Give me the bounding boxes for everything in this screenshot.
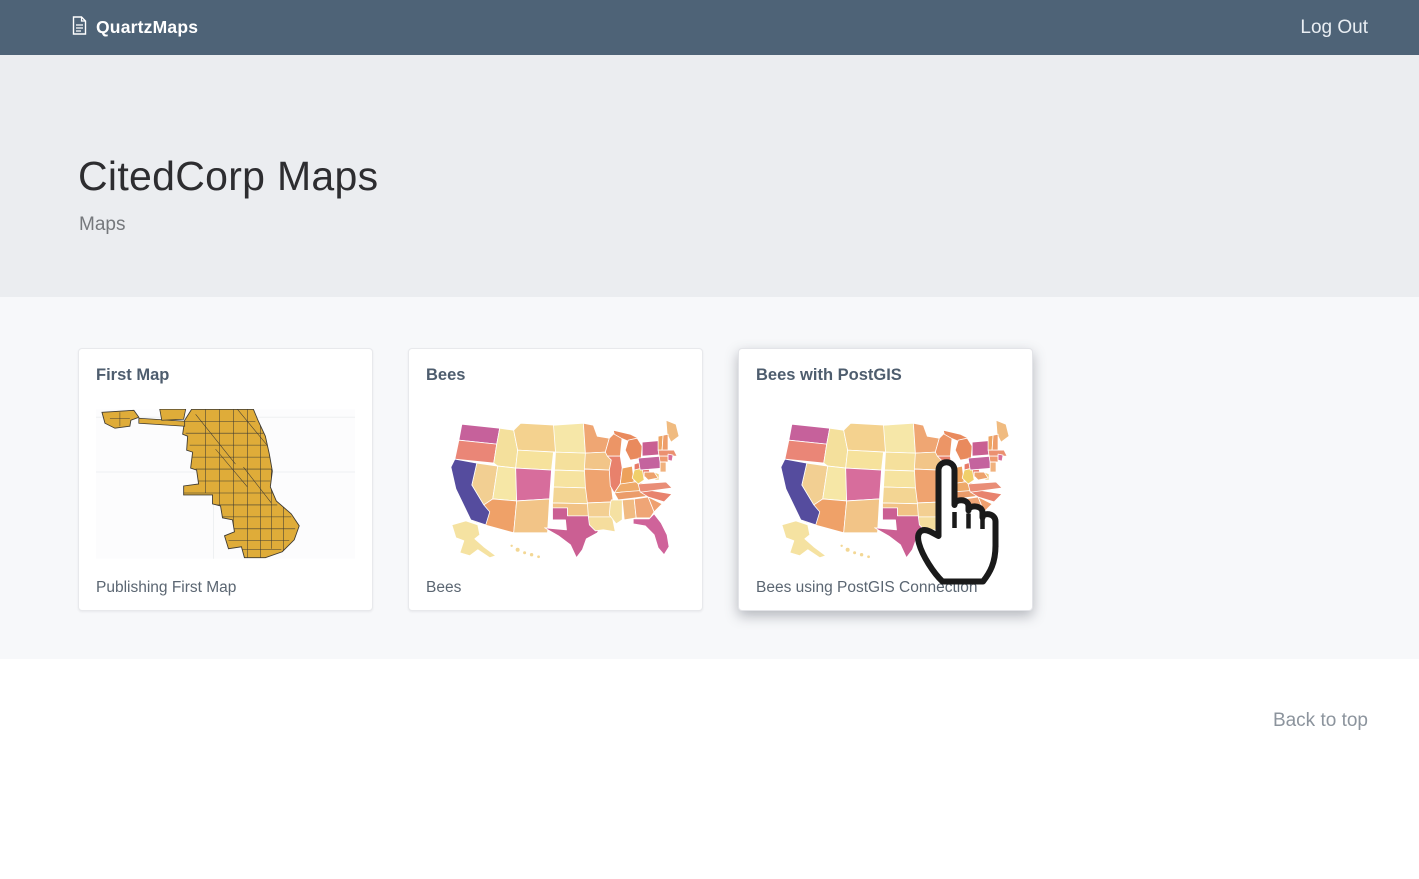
document-icon: [72, 16, 87, 40]
chicago-map-thumbnail[interactable]: [96, 409, 355, 559]
map-card-first-map[interactable]: First Map: [78, 348, 373, 611]
card-caption: Bees: [426, 579, 685, 597]
map-card-bees-postgis[interactable]: Bees with PostGIS Bees using PostGIS Con…: [738, 348, 1033, 611]
app-title: QuartzMaps: [96, 17, 198, 38]
card-title: First Map: [96, 366, 355, 385]
map-card-bees[interactable]: Bees Bees: [408, 348, 703, 611]
card-caption: Publishing First Map: [96, 579, 355, 597]
page-footer: Back to top: [0, 659, 1419, 879]
back-to-top-link[interactable]: Back to top: [1273, 710, 1368, 731]
us-choropleth-thumbnail[interactable]: [426, 409, 685, 559]
card-caption: Bees using PostGIS Connection: [756, 579, 1015, 597]
page-subtitle: Maps: [79, 214, 1419, 236]
hero-section: CitedCorp Maps Maps: [0, 55, 1419, 297]
card-title: Bees with PostGIS: [756, 366, 1015, 385]
maps-card-list: First Map: [0, 297, 1419, 659]
us-choropleth-thumbnail[interactable]: [756, 409, 1015, 559]
page-title: CitedCorp Maps: [78, 153, 1419, 200]
card-title: Bees: [426, 366, 685, 385]
quartzmaps-page: QuartzMaps Log Out CitedCorp Maps Maps F…: [0, 0, 1419, 879]
logout-link[interactable]: Log Out: [1300, 17, 1368, 39]
brand-link[interactable]: QuartzMaps: [72, 16, 198, 40]
top-navigation-bar: QuartzMaps Log Out: [0, 0, 1419, 55]
